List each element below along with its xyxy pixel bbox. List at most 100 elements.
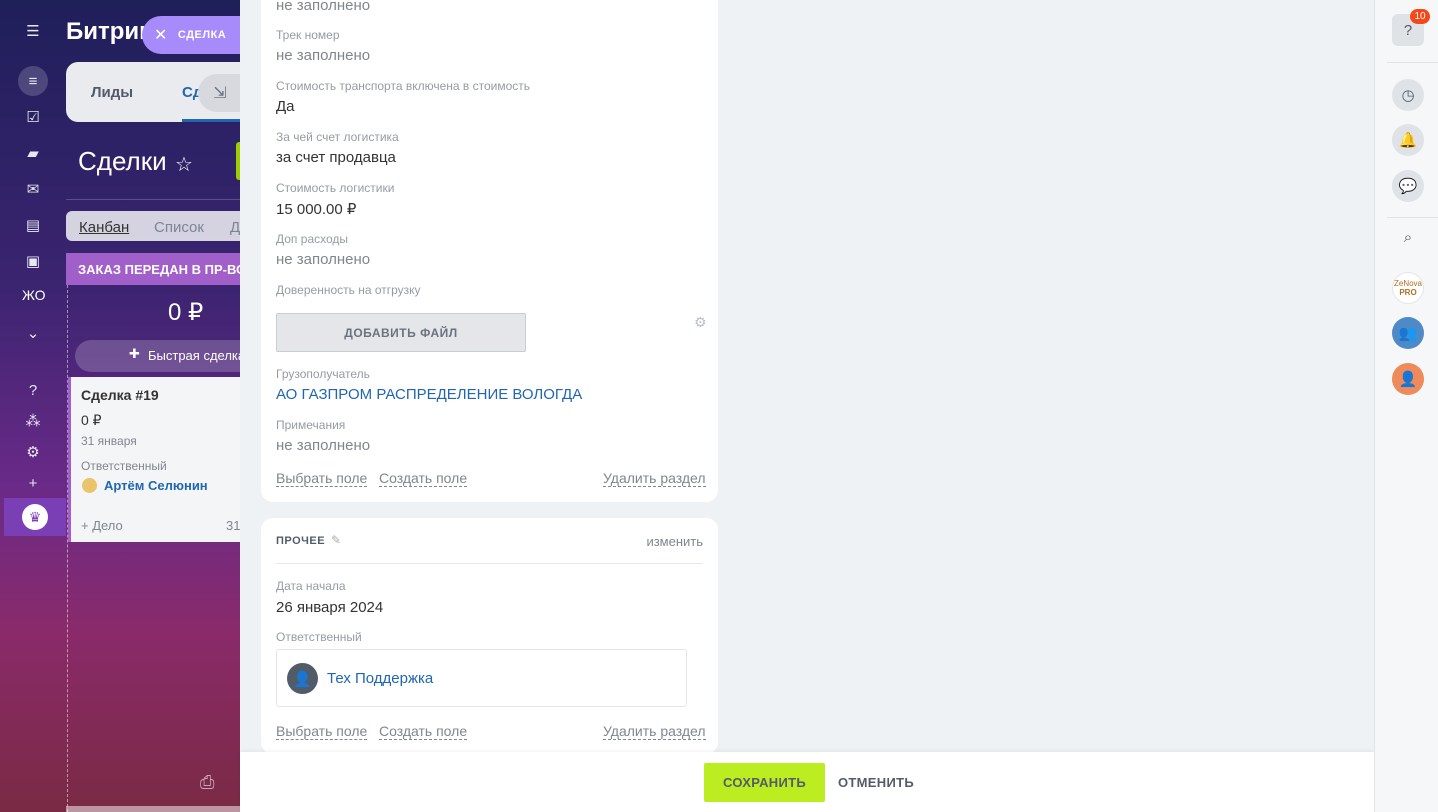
structure-icon[interactable]: ⁂ xyxy=(20,408,46,434)
column-separator xyxy=(67,285,68,812)
field-value[interactable]: не заполнено xyxy=(276,0,370,14)
field-value-start-date[interactable]: 26 января 2024 xyxy=(276,599,383,616)
chat-bubble-icon: 💬 xyxy=(1398,178,1418,195)
field-value-logistics-cost[interactable]: 15 000.00 ₽ xyxy=(276,200,356,218)
field-value-consignee[interactable]: АО ГАЗПРОМ РАСПРЕДЕЛЕНИЕ ВОЛОГДА xyxy=(276,386,582,403)
delete-section-link[interactable]: Удалить раздел xyxy=(603,724,706,740)
settings-gear-icon[interactable]: ⚙ xyxy=(20,439,46,465)
quick-deal-button[interactable]: ✚ Быстрая сделка xyxy=(75,340,255,372)
left-menu: ☰ ≡ ☑ ▰ ✉ ▤ ▣ ЖО ⌄ ? ⁂ ⚙ + ♛ xyxy=(0,0,66,812)
add-activity-link[interactable]: + Дело xyxy=(81,518,123,533)
close-icon[interactable]: ✕ xyxy=(154,25,168,45)
responsible-name[interactable]: Тех Поддержка xyxy=(327,670,433,687)
crm-filter-icon[interactable]: ≡ xyxy=(18,66,48,96)
clock-icon: ◷ xyxy=(1401,87,1415,104)
deal-card-responsible-label: Ответственный xyxy=(81,459,167,473)
avatar xyxy=(82,478,97,493)
minimize-arrow-icon: ⇲ xyxy=(213,85,227,102)
group-chat-button[interactable]: 👥 xyxy=(1392,317,1424,349)
crown-icon: ♛ xyxy=(22,504,48,530)
more-chevron-icon[interactable]: ⌄ xyxy=(20,320,46,346)
responsible-box[interactable]: 👤 Тех Поддержка xyxy=(276,649,687,707)
app-title: Битрик xyxy=(66,18,152,45)
field-value-transport[interactable]: Да xyxy=(276,98,295,115)
field-label-logistics-cost: Стоимость логистики xyxy=(276,181,395,195)
deal-slider: не заполнено Трек номер не заполнено Сто… xyxy=(240,0,1374,812)
view-kanban[interactable]: Канбан xyxy=(79,219,129,236)
chats-button[interactable]: 💬 xyxy=(1392,170,1424,202)
create-field-link[interactable]: Создать поле xyxy=(379,471,468,487)
field-value-extra-costs[interactable]: не заполнено xyxy=(276,251,370,268)
user-icon: 👤 xyxy=(1398,371,1418,388)
slider-label: СДЕЛКА xyxy=(177,29,227,41)
field-value-notes[interactable]: не заполнено xyxy=(276,437,370,454)
section-title: ПРОЧЕЕ xyxy=(276,535,326,547)
field-label-extra-costs: Доп расходы xyxy=(276,232,349,246)
deal-card-responsible-name[interactable]: Артём Селюнин xyxy=(104,478,208,493)
add-icon[interactable]: + xyxy=(20,470,46,496)
timeman-button[interactable]: ◷ xyxy=(1392,79,1424,111)
delete-section-link[interactable]: Удалить раздел xyxy=(603,471,706,487)
divider xyxy=(1387,62,1438,63)
create-field-link[interactable]: Создать поле xyxy=(379,724,468,740)
printer-icon[interactable]: ⎙ xyxy=(200,772,214,793)
add-file-button[interactable]: ДОБАВИТЬ ФАЙЛ xyxy=(276,313,526,352)
help-badge: 10 xyxy=(1410,9,1430,24)
minimize-slider-button[interactable]: ⇲ xyxy=(198,74,242,112)
stage-sum: 0 ₽ xyxy=(168,299,204,326)
activity-count: 31 xyxy=(226,518,241,533)
sites-icon[interactable]: ▤ xyxy=(20,212,46,238)
rail-text-item[interactable]: ЖО xyxy=(22,287,46,303)
bell-icon: 🔔 xyxy=(1398,132,1418,149)
field-label-power-of-attorney: Доверенность на отгрузку xyxy=(276,283,421,297)
horizontal-scrollbar[interactable] xyxy=(66,806,246,812)
field-label-logistics-payer: За чей счет логистика xyxy=(276,130,399,144)
logo-text-line2: PRO xyxy=(1399,288,1417,297)
app-logo[interactable]: ZeNova PRO xyxy=(1392,272,1424,304)
divider xyxy=(1387,217,1438,218)
help-icon[interactable]: ? xyxy=(20,377,46,403)
divider xyxy=(66,199,246,200)
pencil-icon[interactable]: ✎ xyxy=(331,533,341,547)
plus-icon: ✚ xyxy=(129,346,140,361)
field-value-logistics-payer[interactable]: за счет продавца xyxy=(276,149,396,166)
tasks-icon[interactable]: ☑ xyxy=(20,104,46,130)
mail-icon[interactable]: ✉ xyxy=(20,176,46,202)
cancel-button[interactable]: ОТМЕНИТЬ xyxy=(838,763,914,802)
tariff-crown[interactable]: ♛ xyxy=(4,498,66,536)
question-icon: ? xyxy=(1403,21,1413,39)
user-avatar-button[interactable]: 👤 xyxy=(1392,363,1424,395)
field-label-track: Трек номер xyxy=(276,28,340,42)
settings-gear-icon[interactable]: ⚙ xyxy=(694,314,707,331)
slider-label-chip[interactable]: ✕ СДЕЛКА xyxy=(142,16,252,54)
divider xyxy=(276,563,703,564)
save-button[interactable]: СОХРАНИТЬ xyxy=(704,763,825,802)
group-icon: 👥 xyxy=(1398,325,1418,342)
change-section-link[interactable]: изменить xyxy=(646,534,703,549)
favorite-star-icon[interactable]: ☆ xyxy=(175,152,193,177)
stage-header[interactable]: ЗАКАЗ ПЕРЕДАН В ПР-ВО xyxy=(66,253,246,285)
view-list[interactable]: Список xyxy=(154,219,204,236)
search-icon: ⌕ xyxy=(1403,228,1413,246)
search-button[interactable]: ⌕ xyxy=(1392,221,1424,253)
select-field-link[interactable]: Выбрать поле xyxy=(276,724,368,740)
right-toolbar: ? ◷ 🔔 💬 ⌕ ZeNova PRO 👥 👤 xyxy=(1374,0,1438,812)
user-avatar-icon: 👤 xyxy=(287,663,318,694)
select-field-link[interactable]: Выбрать поле xyxy=(276,471,368,487)
save-bar: СОХРАНИТЬ ОТМЕНИТЬ xyxy=(240,752,1374,812)
chat-icon[interactable]: ▰ xyxy=(20,140,46,166)
deal-card-title[interactable]: Сделка #19 xyxy=(81,387,159,403)
view-more[interactable]: Д xyxy=(230,219,240,236)
field-value-track[interactable]: не заполнено xyxy=(276,47,370,64)
deal-card[interactable]: Сделка #19 0 ₽ 31 января Ответственный А… xyxy=(68,377,248,542)
view-switcher: Канбан Список Д xyxy=(66,211,246,241)
active-tab-underline xyxy=(182,119,242,122)
deal-card-date: 31 января xyxy=(81,434,137,448)
deal-card-sum: 0 ₽ xyxy=(81,412,102,428)
menu-burger-icon[interactable]: ☰ xyxy=(20,18,46,44)
field-label-start-date: Дата начала xyxy=(276,579,346,593)
tab-leads[interactable]: Лиды xyxy=(91,84,133,101)
contacts-icon[interactable]: ▣ xyxy=(20,248,46,274)
other-section: ПРОЧЕЕ ✎ изменить Дата начала 26 января … xyxy=(261,518,718,754)
notifications-button[interactable]: 🔔 xyxy=(1392,124,1424,156)
